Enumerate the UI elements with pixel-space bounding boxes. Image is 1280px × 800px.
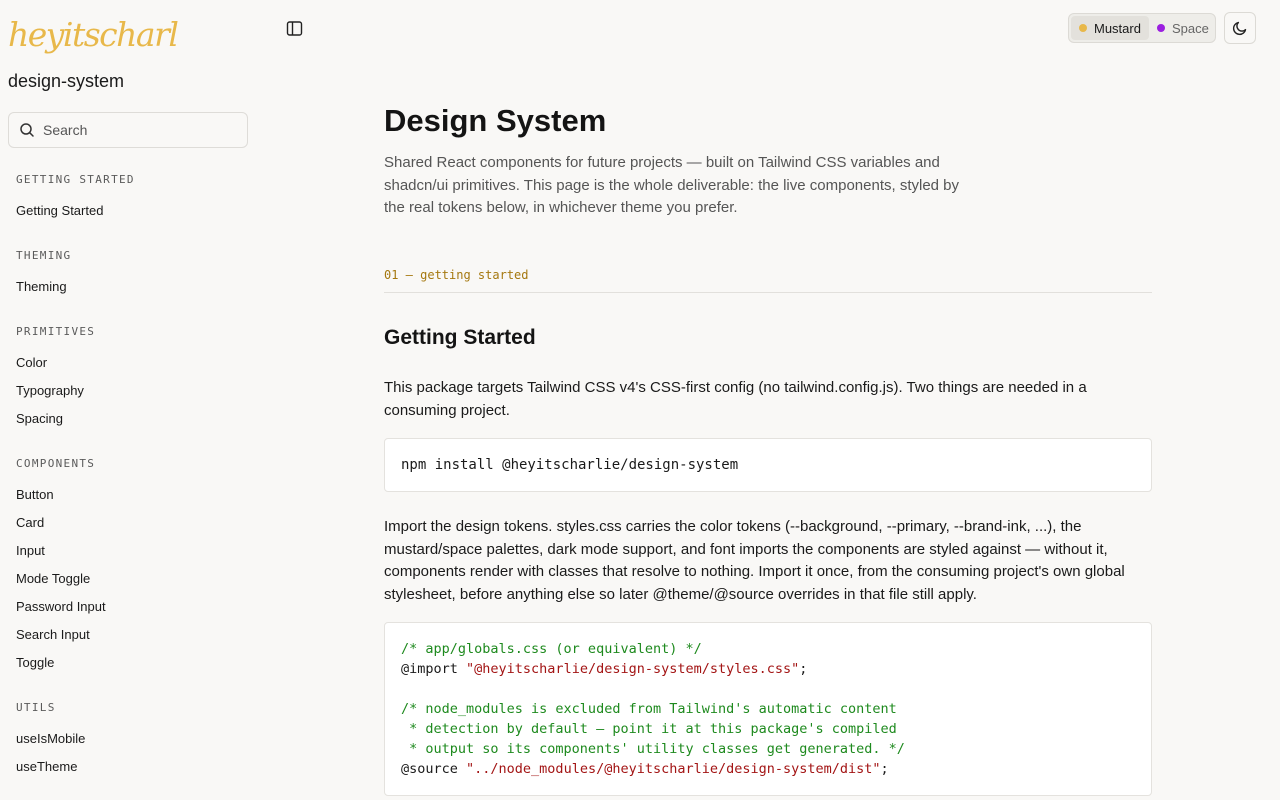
- nav-item-color[interactable]: Color: [16, 355, 47, 370]
- section-label: 01 — getting started: [384, 268, 529, 282]
- nav-item-useismobile[interactable]: useIsMobile: [16, 731, 85, 746]
- nav-item-input[interactable]: Input: [16, 543, 45, 558]
- page-title: Design System: [384, 103, 607, 138]
- import-code-block: /* app/globals.css (or equivalent) */ @i…: [384, 622, 1152, 796]
- theme-option-label: Mustard: [1094, 20, 1141, 36]
- logo-wordmark: heyitscharlie: [8, 15, 207, 54]
- logo-text: heyitscharlie: [8, 15, 178, 54]
- package-name: design-system: [8, 71, 125, 91]
- nav-group-getting-started: GETTING STARTED: [16, 173, 135, 186]
- code-keyword: @import: [401, 661, 467, 677]
- intro-paragraph: This package targets Tailwind CSS v4's C…: [384, 379, 1087, 419]
- nav-item-spacing[interactable]: Spacing: [16, 411, 63, 426]
- code-punct: ;: [880, 761, 889, 777]
- nav-group-primitives: PRIMITIVES: [16, 325, 96, 338]
- code-string: "../node_modules/@heyitscharlie/design-s…: [466, 761, 881, 777]
- nav-item-toggle[interactable]: Toggle: [16, 655, 54, 670]
- sidebar-toggle-button[interactable]: [284, 18, 304, 38]
- nav-item-theming[interactable]: Theming: [16, 279, 67, 294]
- code-comment: /* node_modules is excluded from Tailwin…: [401, 701, 897, 717]
- theme-switcher: Mustard Space: [1068, 13, 1216, 43]
- search-icon: [20, 123, 34, 137]
- nav-item-getting-started[interactable]: Getting Started: [16, 203, 103, 218]
- section-title: Getting Started: [384, 326, 536, 349]
- code-line-import: @import "@heyitscharlie/design-system/st…: [401, 659, 1135, 679]
- sidebar: heyitscharlie design-system GETTING STAR…: [0, 0, 256, 800]
- code-punct: ;: [799, 661, 808, 677]
- mustard-dot-icon: [1079, 24, 1087, 32]
- nav-group-theming: THEMING: [16, 249, 72, 262]
- nav-item-usetheme[interactable]: useTheme: [16, 759, 77, 774]
- page-description: Shared React components for future proje…: [384, 154, 960, 216]
- theme-option-mustard[interactable]: Mustard: [1071, 16, 1149, 40]
- section-divider: [384, 292, 1152, 293]
- code-comment: * detection by default — point it at thi…: [401, 721, 897, 737]
- moon-icon: [1232, 21, 1247, 36]
- code-line-source: @source "../node_modules/@heyitscharlie/…: [401, 759, 1135, 779]
- install-command: npm install @heyitscharlie/design-system: [401, 457, 739, 473]
- install-code-block: npm install @heyitscharlie/design-system: [384, 438, 1152, 492]
- code-string: "@heyitscharlie/design-system/styles.css…: [466, 661, 800, 677]
- nav-item-typography[interactable]: Typography: [16, 383, 84, 398]
- search-input[interactable]: [43, 122, 233, 138]
- brand-logo[interactable]: heyitscharlie: [8, 8, 207, 62]
- search-box[interactable]: [8, 112, 248, 148]
- mode-toggle-button[interactable]: [1224, 12, 1256, 44]
- nav-item-card[interactable]: Card: [16, 515, 44, 530]
- code-comment: * output so its components' utility clas…: [401, 741, 905, 757]
- code-keyword: @source: [401, 761, 467, 777]
- import-paragraph: Import the design tokens. styles.css car…: [384, 518, 1125, 603]
- space-dot-icon: [1156, 24, 1165, 32]
- sidebar-panel-icon: [286, 20, 302, 36]
- nav-item-search-input[interactable]: Search Input: [16, 627, 90, 642]
- nav-item-button[interactable]: Button: [16, 487, 54, 502]
- code-comment: /* app/globals.css (or equivalent) */: [401, 641, 702, 657]
- nav-group-components: COMPONENTS: [16, 457, 96, 470]
- theme-option-space[interactable]: Space: [1149, 16, 1217, 40]
- theme-option-label: Space: [1171, 20, 1209, 36]
- nav-item-mode-toggle[interactable]: Mode Toggle: [16, 571, 90, 586]
- nav-group-utils: UTILS: [16, 701, 56, 714]
- nav-item-password-input[interactable]: Password Input: [16, 599, 106, 614]
